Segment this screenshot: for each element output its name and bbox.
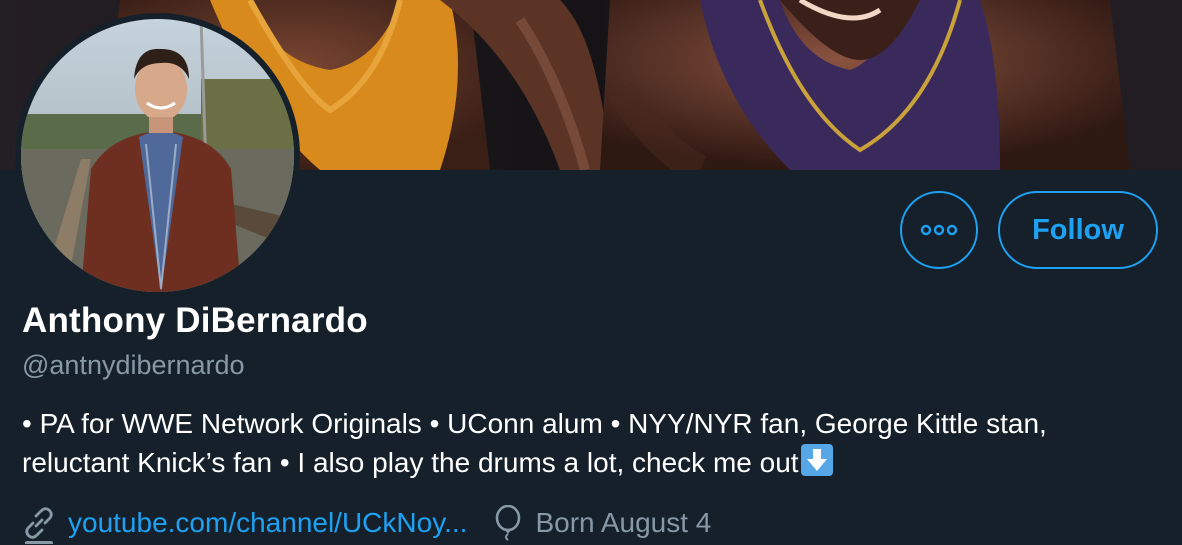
bio-line-1: • PA for WWE Network Originals • UConn a… [22, 408, 1047, 439]
bio-line-2: reluctant Knick’s fan • I also play the … [22, 443, 1172, 482]
follow-button[interactable]: Follow [998, 191, 1158, 269]
profile-handle: @antnydibernardo [22, 350, 245, 380]
profile-meta: youtube.com/channel/UCkNoy... Born Augus… [22, 503, 711, 543]
profile-display-name: Anthony DiBernardo [22, 301, 368, 340]
profile-header: Follow Anthony DiBernardo @antnydibernar… [0, 0, 1182, 545]
profile-birthday: Born August 4 [535, 507, 712, 538]
avatar-photo [21, 19, 294, 292]
profile-website-link[interactable]: youtube.com/channel/UCkNoy... [68, 507, 467, 539]
profile-avatar[interactable] [15, 13, 300, 298]
calendar-icon [25, 541, 53, 545]
down-arrow-emoji-icon [800, 444, 833, 476]
more-options-button[interactable] [900, 191, 978, 269]
balloon-icon [496, 505, 521, 541]
profile-bio: • PA for WWE Network Originals • UConn a… [22, 404, 1172, 482]
bio-line-2-text: reluctant Knick’s fan • I also play the … [22, 447, 799, 478]
more-dots-icon [920, 224, 958, 236]
link-icon [25, 507, 53, 539]
